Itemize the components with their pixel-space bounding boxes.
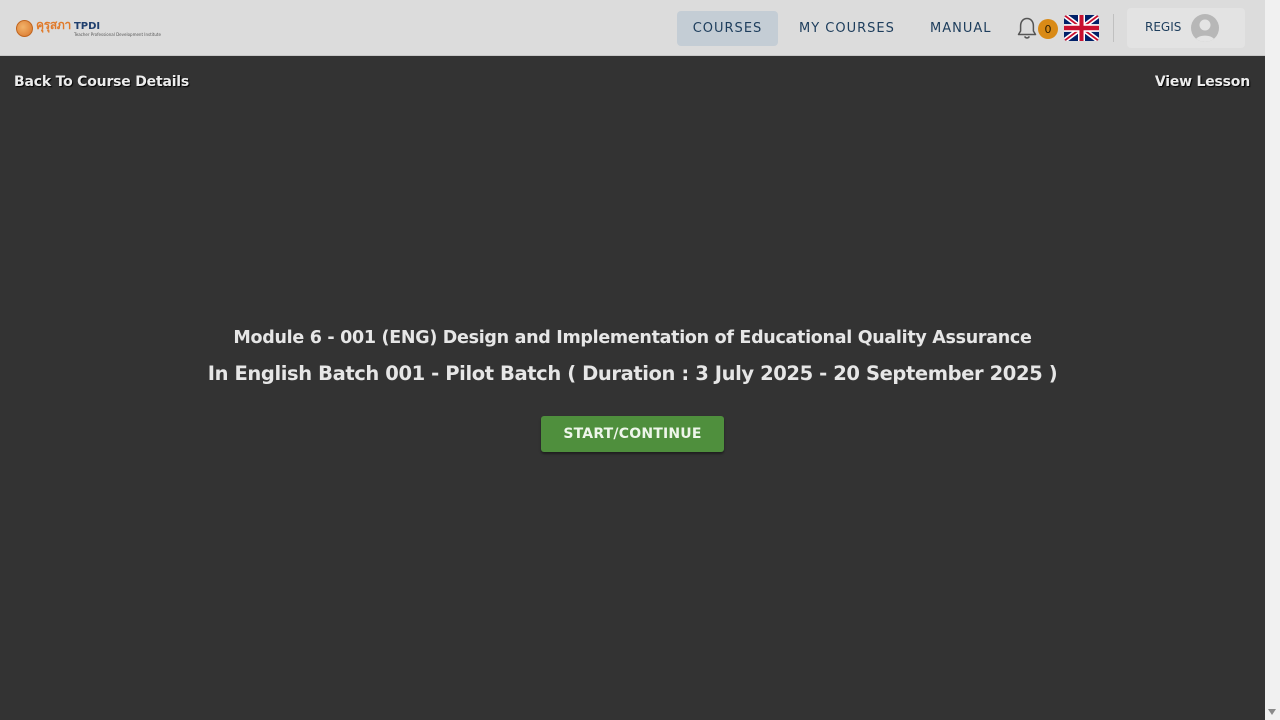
seal-icon [16,19,33,37]
nav-courses[interactable]: COURSES [677,11,778,46]
bell-icon[interactable] [1016,16,1038,40]
user-menu-button[interactable]: REGIS [1127,8,1245,48]
view-lesson-link[interactable]: View Lesson [1155,74,1250,90]
vertical-scrollbar[interactable] [1265,0,1280,720]
notification-count-badge[interactable]: 0 [1038,19,1058,39]
logo-brand-text: TPDI [73,21,101,32]
nav-my-courses[interactable]: MY COURSES [782,11,912,46]
logo-tagline: Teacher Professional Development Institu… [74,32,161,37]
user-name: REGIS [1145,20,1182,34]
batch-duration-title: In English Batch 001 - Pilot Batch ( Dur… [207,362,1058,385]
back-to-course-details-link[interactable]: Back To Course Details [14,74,189,90]
top-navbar: คุรุสภา TPDI Teacher Professional Develo… [0,0,1265,56]
scroll-down-arrow-icon[interactable] [1268,709,1276,715]
logo-text: คุรุสภา TPDI Teacher Professional Develo… [36,19,161,37]
module-title: Module 6 - 001 (ENG) Design and Implemen… [233,328,1032,348]
avatar-icon [1191,14,1219,42]
nav-manual[interactable]: MANUAL [913,11,1009,46]
start-continue-button[interactable]: START/CONTINUE [541,416,724,452]
kurusapha-tpdi-logo[interactable]: คุรุสภา TPDI Teacher Professional Develo… [16,16,161,40]
nav-divider [1113,14,1114,42]
logo-thai-text: คุรุสภา [36,18,71,32]
uk-flag-icon[interactable] [1064,15,1099,41]
